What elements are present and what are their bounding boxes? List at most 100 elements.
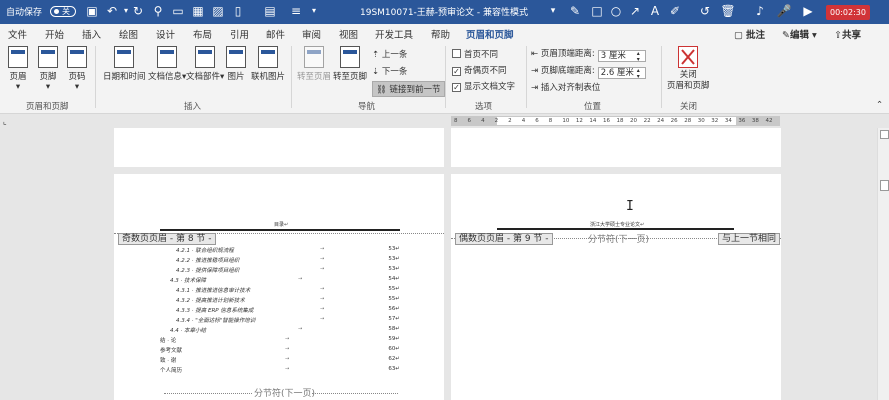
delete-icon[interactable]: 🗑: [720, 3, 736, 19]
doc-info-label: 文档信息: [148, 72, 183, 82]
ruler-number: 10: [562, 118, 570, 124]
section-break-right: 分节符(下一页): [588, 235, 650, 245]
tab-home[interactable]: 开始: [45, 27, 64, 41]
redo-icon[interactable]: ↻: [130, 3, 146, 19]
text-a-icon[interactable]: A: [647, 3, 663, 19]
next-button[interactable]: ⇣ 下一条: [372, 65, 407, 77]
calendar-icon: [114, 46, 135, 68]
autosave-toggle[interactable]: 关: [50, 6, 76, 17]
quick-parts-button[interactable]: 文档部件▾: [186, 46, 224, 82]
close-icon: [678, 46, 699, 68]
ruler-number: 28: [684, 118, 692, 124]
different-odd-even-checkbox[interactable]: ✓ 奇偶页不同: [452, 64, 507, 76]
header-top-spinner[interactable]: 3 厘米: [597, 50, 646, 62]
share-button[interactable]: ⇪共享: [834, 27, 861, 41]
search-icon[interactable]: ⚲: [150, 3, 166, 19]
tab-layout[interactable]: 布局: [193, 27, 212, 41]
online-picture-button[interactable]: 联机图片: [251, 46, 285, 82]
toc-row[interactable]: 参考文献 → 60↵: [160, 346, 400, 354]
page-right[interactable]: [451, 174, 781, 400]
tab-help[interactable]: 帮助: [431, 27, 450, 41]
tab-arrow-icon: →: [320, 296, 325, 302]
ruler-number: 14: [589, 118, 597, 124]
circle-icon[interactable]: ○: [608, 3, 624, 19]
toc-row[interactable]: 4.3.4 · "全面达标"智能操作培训 → 57↵: [160, 316, 400, 324]
tab-mailings[interactable]: 邮件: [266, 27, 285, 41]
customize-qat-icon[interactable]: ▾: [306, 3, 322, 19]
toc-row[interactable]: 4.3.2 · 提高推进计划新技术 → 55↵: [160, 296, 400, 304]
different-odd-even-label: 奇偶页不同: [464, 66, 507, 76]
goto-footer-button[interactable]: 转至页脚: [333, 46, 367, 82]
tab-selector-icon[interactable]: ⌞: [3, 117, 7, 126]
toc-row[interactable]: 4.3.1 · 推进推进信息审计技术 → 55↵: [160, 286, 400, 294]
toc-row[interactable]: 4.3.3 · 提高 ERP 信息系统集成 → 56↵: [160, 306, 400, 314]
show-document-text-checkbox[interactable]: ✓ 显示文档文字: [452, 80, 515, 92]
toc-page-number: 56↵: [388, 306, 400, 312]
previous-icon: ⇡: [372, 50, 382, 60]
footer-bottom-spinner[interactable]: 2.6 厘米: [597, 67, 646, 79]
print-preview-icon[interactable]: ▭: [170, 3, 186, 19]
picture-button[interactable]: 图片: [226, 46, 246, 82]
toc-page-number: 62↵: [388, 356, 400, 362]
toc-row[interactable]: 4.3 · 技术保障 → 54↵: [160, 276, 400, 284]
toc-row[interactable]: 4.2.1 · 联合组织规流程 → 53↵: [160, 246, 400, 254]
arrow-icon[interactable]: ↗: [627, 3, 643, 19]
tab-draw[interactable]: 绘图: [119, 27, 138, 41]
toc-row[interactable]: 结 · 论 → 59↵: [160, 336, 400, 344]
ribbon-options-icon[interactable]: ▾: [545, 3, 561, 19]
group-label-insert: 插入: [184, 102, 202, 112]
close-header-footer-button[interactable]: 关闭 页眉和页脚: [667, 46, 710, 92]
toc-row[interactable]: 4.4 · 本章小结 → 58↵: [160, 326, 400, 334]
grid-icon[interactable]: ▤: [262, 3, 278, 19]
rectangle-icon[interactable]: □: [589, 3, 605, 19]
ruler-row: ⌞ 8 6 4 2 2 4 6 8 10 12 14 16 18 20 22 24 26 28 30 32 34 36 38…: [0, 114, 889, 128]
vertical-scrollbar[interactable]: [877, 128, 889, 400]
next-label: 下一条: [381, 67, 408, 77]
tab-review[interactable]: 审阅: [302, 27, 321, 41]
previous-button[interactable]: ⇡ 上一条: [372, 48, 407, 60]
tab-design[interactable]: 设计: [156, 27, 175, 41]
pen-icon[interactable]: ✎: [567, 3, 583, 19]
doc-info-button[interactable]: 文档信息▾: [148, 46, 186, 82]
tab-insert[interactable]: 插入: [82, 27, 101, 41]
header-button[interactable]: 页眉 ▾: [8, 46, 28, 92]
tab-references[interactable]: 引用: [230, 27, 249, 41]
tab-view[interactable]: 视图: [339, 27, 358, 41]
horizontal-ruler[interactable]: 8 6 4 2 2 4 6 8 10 12 14 16 18 20 22 24 26 28 30 32 34 36 38 42: [451, 116, 780, 126]
collapse-ribbon-icon[interactable]: ⌃: [876, 100, 883, 110]
annotation-undo-icon[interactable]: ↺: [697, 3, 713, 19]
toc-row[interactable]: 4.2.2 · 推进推稳项目组织 → 53↵: [160, 256, 400, 264]
goto-footer-icon: [340, 46, 360, 68]
tab-file[interactable]: 文件: [8, 27, 27, 41]
tab-developer[interactable]: 开发工具: [375, 27, 413, 41]
list-icon[interactable]: ≡: [288, 3, 304, 19]
speaker-icon[interactable]: ♪: [752, 3, 768, 19]
save-icon[interactable]: ▣: [84, 3, 100, 19]
footer-button[interactable]: 页脚 ▾: [38, 46, 58, 92]
date-time-button[interactable]: 日期和时间: [103, 46, 146, 82]
goto-header-button[interactable]: 转至页眉: [297, 46, 331, 82]
camera-icon[interactable]: ▶: [800, 3, 816, 19]
recording-timer[interactable]: 00:02:30: [826, 5, 870, 20]
insert-alignment-tab-button[interactable]: ⇥ 插入对齐制表位: [531, 81, 600, 93]
comment-label: 批注: [746, 30, 766, 41]
microphone-icon[interactable]: 🎤: [776, 3, 792, 19]
new-doc-icon[interactable]: ▯: [230, 3, 246, 19]
highlighter-icon[interactable]: ✐: [667, 3, 683, 19]
toc-entry-text: 4.2.2 · 推进推稳项目组织: [176, 258, 240, 264]
image-icon[interactable]: ▨: [210, 3, 226, 19]
toc-row[interactable]: 个人简历 → 63↵: [160, 366, 400, 374]
edit-button[interactable]: ✎编辑 ▾: [782, 27, 817, 41]
page-number-button[interactable]: 页码 ▾: [67, 46, 87, 92]
different-first-page-checkbox[interactable]: 首页不同: [452, 48, 498, 60]
comment-button[interactable]: ▢ 批注: [734, 27, 765, 41]
separator: [95, 46, 96, 108]
toc-row[interactable]: 4.2.3 · 提供保障项目组织 → 53↵: [160, 266, 400, 274]
toc-page-number: 58↵: [388, 326, 400, 332]
toc-page-number: 59↵: [388, 336, 400, 342]
link-to-previous-button[interactable]: ⛓ 链接到前一节: [372, 81, 445, 97]
ruler-number: 30: [697, 118, 705, 124]
quick-table-icon[interactable]: ▦: [190, 3, 206, 19]
group-label-position: 位置: [584, 102, 602, 112]
toc-row[interactable]: 致 · 谢 → 62↵: [160, 356, 400, 364]
